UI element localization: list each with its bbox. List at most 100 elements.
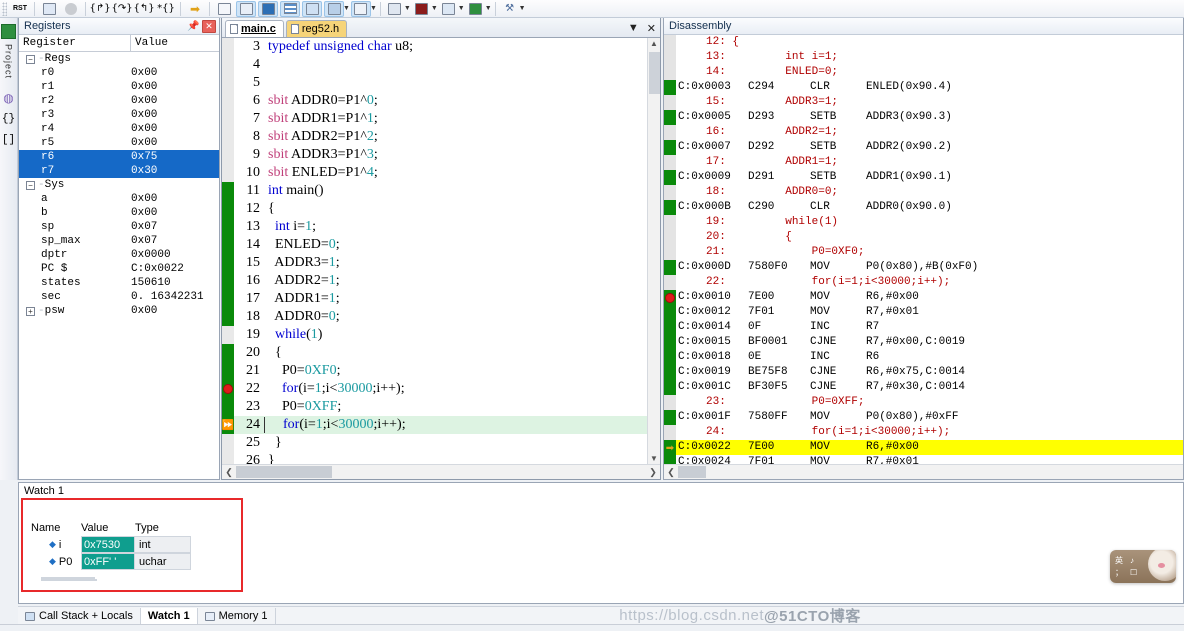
watch-value-cell[interactable]: 0xFF' '	[81, 553, 135, 570]
register-row[interactable]: r6 0x75	[19, 150, 219, 164]
registers-group-regs[interactable]: − - Regs	[19, 52, 219, 66]
editor-horizontal-scrollbar[interactable]: ❮ ❯	[222, 464, 660, 479]
ime-language-mode[interactable]: 英	[1115, 555, 1129, 566]
register-row[interactable]: r0 0x00	[19, 66, 219, 80]
registers-tree[interactable]: − - Regs r0 0x00 r1 0x00 r2 0x00 r3 0x00 r4 0x00 r5 0x…	[19, 52, 219, 479]
ime-punctuation-icon[interactable]: ；	[1115, 567, 1129, 578]
watch-rows[interactable]: ◆ i 0x7530 int ◆ P0 0xFF' ' uchar	[31, 536, 191, 587]
code-line[interactable]: 4	[234, 56, 660, 74]
register-row[interactable]: sp_max 0x07	[19, 234, 219, 248]
register-row[interactable]: b 0x00	[19, 206, 219, 220]
code-line[interactable]: 14 ENLED=0;	[234, 236, 660, 254]
scroll-down-icon[interactable]: ▼	[650, 454, 658, 463]
run-to-cursor-button[interactable]: *{}	[156, 1, 176, 17]
code-line[interactable]: 21 P0=0XF0;	[234, 362, 660, 380]
disassembly-row[interactable]: C:0x001F 7580FF MOV P0(0x80),#0xFF	[676, 410, 1183, 425]
registers-group-sys[interactable]: − - Sys	[19, 178, 219, 192]
scrollbar-thumb[interactable]	[236, 466, 332, 478]
register-row[interactable]: dptr 0x0000	[19, 248, 219, 262]
disassembly-row[interactable]: C:0x0019 BE75F8 CJNE R6,#0x75,C:0014	[676, 365, 1183, 380]
disassembly-window-button[interactable]	[236, 0, 256, 17]
disassembly-row[interactable]: C:0x0022 7E00 MOV R6,#0x00	[676, 440, 1183, 455]
command-window-button[interactable]	[214, 1, 234, 17]
ime-keyboard-icon[interactable]: ☐	[1130, 567, 1144, 578]
memory-windows-chevron-down-icon[interactable]: ▼	[370, 5, 377, 12]
scrollbar-thumb[interactable]	[649, 52, 660, 94]
close-icon[interactable]: ✕	[202, 19, 216, 33]
code-line[interactable]: 10 sbit ENLED=P1^4;	[234, 164, 660, 182]
register-row[interactable]: r7 0x30	[19, 164, 219, 178]
insert-bookmark-button[interactable]	[39, 1, 59, 17]
disassembly-row[interactable]: C:0x0012 7F01 MOV R7,#0x01	[676, 305, 1183, 320]
code-line[interactable]: 23 P0=0XFF;	[234, 398, 660, 416]
scroll-up-icon[interactable]: ▲	[650, 39, 658, 48]
registers-window-button[interactable]	[280, 0, 300, 17]
watch-windows-chevron-down-icon[interactable]: ▼	[343, 5, 350, 12]
breakpoint-icon[interactable]	[665, 293, 675, 303]
disassembly-horizontal-scrollbar[interactable]: ❮	[664, 464, 1183, 479]
call-stack-window-button[interactable]	[302, 0, 322, 17]
tree-expander-icon[interactable]: +	[26, 306, 35, 316]
disassembly-row[interactable]: C:0x0005 D293 SETB ADDR3(0x90.3)	[676, 110, 1183, 125]
register-row[interactable]: r1 0x00	[19, 80, 219, 94]
system-viewer-button[interactable]	[466, 1, 486, 17]
disassembly-row[interactable]: C:0x000D 7580F0 MOV P0(0x80),#B(0xF0)	[676, 260, 1183, 275]
analysis-windows-chevron-down-icon[interactable]: ▼	[431, 5, 438, 12]
disassembly-row[interactable]: C:0x0018 0E INC R6	[676, 350, 1183, 365]
analysis-windows-button[interactable]	[412, 1, 432, 17]
close-icon[interactable]: ✕	[647, 22, 656, 35]
code-line[interactable]: 25 }	[234, 434, 660, 452]
toolbar-grip[interactable]	[2, 1, 7, 16]
register-row[interactable]: r3 0x00	[19, 108, 219, 122]
watch-value-cell[interactable]: 0x7530	[81, 536, 135, 553]
serial-windows-button[interactable]	[385, 1, 405, 17]
code-line[interactable]: 6 sbit ADDR0=P1^0;	[234, 92, 660, 110]
tree-expander-icon[interactable]: −	[26, 180, 35, 190]
disassembly-row[interactable]: C:0x0024 7F01 MOV R7,#0x01	[676, 455, 1183, 464]
pin-icon[interactable]: 📌	[187, 20, 200, 33]
breakpoint-icon[interactable]	[223, 384, 233, 394]
scroll-left-icon[interactable]: ❮	[222, 467, 236, 478]
code-line[interactable]: 19 while(1)	[234, 326, 660, 344]
ime-keys[interactable]: 英 ♪ ； ☐	[1110, 555, 1144, 578]
toolbox-button[interactable]: ⚒	[500, 1, 520, 17]
register-row[interactable]: PC $ C:0x0022	[19, 262, 219, 276]
system-viewer-chevron-down-icon[interactable]: ▼	[485, 5, 492, 12]
serial-windows-chevron-down-icon[interactable]: ▼	[404, 5, 411, 12]
bottom-tab-call-stack-locals[interactable]: Call Stack + Locals	[18, 607, 141, 625]
watch-windows-button[interactable]	[324, 0, 344, 17]
watch-row[interactable]: ◆ P0 0xFF' ' uchar	[31, 553, 191, 570]
editor-vertical-scrollbar[interactable]: ▲ ▼	[647, 38, 660, 464]
editor-gutter[interactable]: ⏩	[222, 38, 234, 464]
register-row[interactable]: a 0x00	[19, 192, 219, 206]
bottom-tab-memory-1[interactable]: Memory 1	[198, 607, 276, 625]
toolbox-chevron-down-icon[interactable]: ▼	[519, 5, 526, 12]
code-line[interactable]: 3 typedef unsigned char u8;	[234, 38, 660, 56]
code-line[interactable]: 22 for(i=1;i<30000;i++);	[234, 380, 660, 398]
scroll-left-icon[interactable]: ❮	[664, 467, 678, 478]
code-line[interactable]: 24 for(i=1;i<30000;i++);	[234, 416, 660, 434]
disassembly-row[interactable]: C:0x0010 7E00 MOV R6,#0x00	[676, 290, 1183, 305]
register-row[interactable]: r2 0x00	[19, 94, 219, 108]
code-line[interactable]: 18 ADDR0=0;	[234, 308, 660, 326]
functions-icon[interactable]: {}	[1, 111, 16, 126]
trace-windows-chevron-down-icon[interactable]: ▼	[458, 5, 465, 12]
code-line[interactable]: 20 {	[234, 344, 660, 362]
disassembly-gutter[interactable]: ➡	[664, 35, 676, 464]
disassembly-row[interactable]: C:0x0015 BF0001 CJNE R7,#0x00,C:0019	[676, 335, 1183, 350]
watch-name-cell[interactable]: ◆ P0	[31, 553, 81, 570]
disassembly-row[interactable]: C:0x0007 D292 SETB ADDR2(0x90.2)	[676, 140, 1183, 155]
step-out-button[interactable]: {↰}	[133, 1, 154, 17]
disassembly-row[interactable]: C:0x000B C290 CLR ADDR0(0x90.0)	[676, 200, 1183, 215]
register-row[interactable]: r4 0x00	[19, 122, 219, 136]
code-line[interactable]: 5	[234, 74, 660, 92]
register-row[interactable]: states 150610	[19, 276, 219, 290]
disassembly-row[interactable]: C:0x0003 C294 CLR ENLED(0x90.4)	[676, 80, 1183, 95]
editor-code-lines[interactable]: 3 typedef unsigned char u8; 4 5 6 sbit ADDR0=…	[234, 38, 660, 464]
watch-name-cell[interactable]: ◆ i	[31, 536, 81, 553]
disassembly-row[interactable]: C:0x001C BF30F5 CJNE R7,#0x30,C:0014	[676, 380, 1183, 395]
bottom-tab-watch-1[interactable]: Watch 1	[140, 607, 198, 625]
disassembly-row[interactable]: C:0x0009 D291 SETB ADDR1(0x90.1)	[676, 170, 1183, 185]
code-line[interactable]: 16 ADDR2=1;	[234, 272, 660, 290]
scroll-right-icon[interactable]: ❯	[646, 467, 660, 478]
